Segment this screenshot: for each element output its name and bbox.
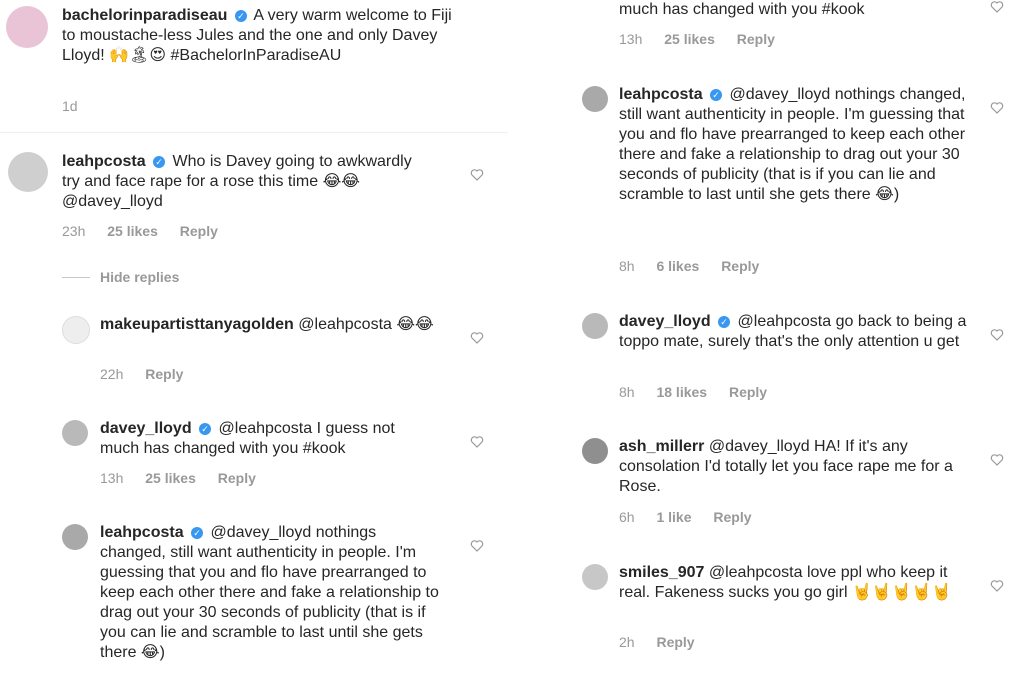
comment: leahpcosta ✓ @davey_lloyd nothings chang…	[100, 523, 445, 663]
verified-badge-icon: ✓	[718, 316, 731, 328]
heart-icon[interactable]	[990, 101, 1004, 115]
comment: ash_millerr @davey_lloyd HA! If it's any…	[619, 437, 969, 497]
comment-meta: 2h Reply	[619, 634, 713, 650]
comment-time: 13h	[100, 470, 124, 486]
comment-username[interactable]: leahpcosta	[619, 86, 703, 103]
comment-username[interactable]: makeupartisttanyagolden	[100, 316, 294, 333]
comment-meta: 6h 1 like Reply	[619, 509, 770, 525]
comment-username[interactable]: leahpcosta	[62, 153, 146, 170]
comment-likes[interactable]: 25 likes	[107, 223, 158, 239]
hide-replies-line	[62, 277, 90, 278]
reply-button[interactable]: Reply	[721, 258, 759, 274]
heart-icon[interactable]	[470, 168, 484, 182]
post-meta: 1d	[62, 98, 96, 114]
comment: leahpcosta ✓ @davey_lloyd nothings chang…	[619, 85, 969, 205]
heart-icon[interactable]	[470, 331, 484, 345]
post-time: 1d	[62, 98, 78, 114]
comment: makeupartisttanyagolden @leahpcosta 😂😂	[100, 315, 460, 335]
heart-icon[interactable]	[990, 453, 1004, 467]
comment: leahpcosta ✓ Who is Davey going to awkwa…	[62, 152, 422, 212]
verified-badge-icon: ✓	[153, 156, 166, 168]
heart-icon[interactable]	[470, 435, 484, 449]
comment-time: 23h	[62, 223, 86, 239]
heart-icon[interactable]	[470, 539, 484, 553]
comment-text: @leahpcosta 😂😂	[298, 316, 434, 333]
comment-username[interactable]: davey_lloyd	[100, 420, 192, 437]
avatar[interactable]	[6, 6, 48, 48]
comment-likes[interactable]: 25 likes	[145, 470, 196, 486]
comment-time: 8h	[619, 258, 635, 274]
post-username[interactable]: bachelorinparadiseau	[62, 7, 227, 24]
avatar[interactable]	[582, 438, 608, 464]
comment-text: much has changed with you #kook	[619, 1, 865, 18]
comment-meta: 13h 25 likes Reply	[100, 470, 274, 486]
comment-fragment: much has changed with you #kook	[619, 0, 959, 20]
comment-meta: 22h Reply	[100, 366, 201, 382]
comment-time: 22h	[100, 366, 124, 382]
avatar[interactable]	[582, 564, 608, 590]
post-caption: bachelorinparadiseau ✓ A very warm welco…	[62, 6, 452, 66]
comment-time: 6h	[619, 509, 635, 525]
comment-time: 13h	[619, 31, 643, 47]
comment: davey_lloyd ✓ @leahpcosta go back to bei…	[619, 312, 969, 352]
comment-meta: 13h 25 likes Reply	[619, 31, 793, 47]
comment-likes[interactable]: 1 like	[656, 509, 691, 525]
verified-badge-icon: ✓	[191, 527, 204, 539]
avatar[interactable]	[62, 524, 88, 550]
verified-badge-icon: ✓	[234, 10, 247, 22]
verified-badge-icon: ✓	[710, 89, 723, 101]
heart-icon[interactable]	[990, 328, 1004, 342]
right-comments-panel: much has changed with you #kook 13h 25 l…	[512, 0, 1024, 683]
avatar[interactable]	[62, 316, 90, 344]
reply-button[interactable]: Reply	[145, 366, 183, 382]
comment-text: @davey_lloyd nothings changed, still wan…	[100, 524, 439, 661]
avatar[interactable]	[8, 152, 48, 192]
comment-username[interactable]: smiles_907	[619, 564, 704, 581]
left-comments-panel: bachelorinparadiseau ✓ A very warm welco…	[0, 0, 512, 683]
reply-button[interactable]: Reply	[218, 470, 256, 486]
comment: smiles_907 @leahpcosta love ppl who keep…	[619, 563, 969, 603]
comment-likes[interactable]: 6 likes	[656, 258, 699, 274]
comment-text: @davey_lloyd nothings changed, still wan…	[619, 86, 966, 203]
comment-username[interactable]: davey_lloyd	[619, 313, 711, 330]
divider	[0, 132, 508, 133]
comment-meta: 23h 25 likes Reply	[62, 223, 236, 239]
comment: davey_lloyd ✓ @leahpcosta I guess not mu…	[100, 419, 430, 459]
heart-icon[interactable]	[990, 579, 1004, 593]
comment-time: 8h	[619, 384, 635, 400]
reply-button[interactable]: Reply	[729, 384, 767, 400]
comment-time: 2h	[619, 634, 635, 650]
comment-username[interactable]: ash_millerr	[619, 438, 704, 455]
reply-button[interactable]: Reply	[180, 223, 218, 239]
avatar[interactable]	[582, 86, 608, 112]
comment-username[interactable]: leahpcosta	[100, 524, 184, 541]
verified-badge-icon: ✓	[199, 423, 212, 435]
comment-likes[interactable]: 18 likes	[656, 384, 707, 400]
hide-replies-button[interactable]: Hide replies	[100, 269, 179, 285]
comment-meta: 8h 18 likes Reply	[619, 384, 785, 400]
avatar[interactable]	[582, 313, 608, 339]
comment-likes[interactable]: 25 likes	[664, 31, 715, 47]
comment-meta: 8h 6 likes Reply	[619, 258, 777, 274]
reply-button[interactable]: Reply	[737, 31, 775, 47]
reply-button[interactable]: Reply	[713, 509, 751, 525]
heart-icon[interactable]	[990, 0, 1004, 14]
reply-button[interactable]: Reply	[656, 634, 694, 650]
avatar[interactable]	[62, 420, 88, 446]
